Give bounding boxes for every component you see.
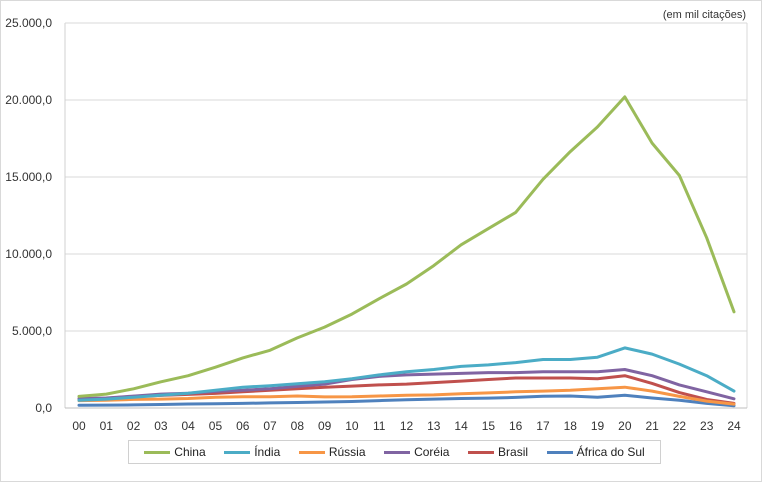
x-tick-label: 10 <box>345 419 359 433</box>
y-tick-label: 10.000,0 <box>5 247 52 261</box>
legend-label: África do Sul <box>576 445 645 459</box>
legend-item: Índia <box>224 445 280 459</box>
x-tick-label: 23 <box>700 419 714 433</box>
legend-swatch <box>144 450 171 454</box>
x-tick-label: 14 <box>454 419 468 433</box>
legend-swatch <box>224 450 251 454</box>
x-tick-label: 22 <box>673 419 687 433</box>
x-tick-label: 24 <box>727 419 741 433</box>
x-tick-label: 15 <box>482 419 496 433</box>
x-tick-label: 20 <box>618 419 632 433</box>
legend-swatch <box>384 450 411 454</box>
legend-swatch <box>298 450 325 454</box>
x-tick-label: 08 <box>291 419 305 433</box>
legend-label: Coréia <box>414 445 450 459</box>
x-tick-label: 01 <box>100 419 114 433</box>
x-tick-label: 07 <box>263 419 277 433</box>
legend-label: Brasil <box>498 445 529 459</box>
x-tick-label: 11 <box>373 419 386 433</box>
x-tick-label: 05 <box>209 419 223 433</box>
y-tick-label: 0,0 <box>35 401 52 415</box>
x-tick-label: 19 <box>591 419 605 433</box>
x-tick-label: 13 <box>427 419 441 433</box>
x-tick-label: 17 <box>536 419 550 433</box>
x-tick-label: 12 <box>400 419 414 433</box>
legend: China Índia Rússia Coréia Brasil África do Su… <box>128 440 661 464</box>
x-tick-label: 16 <box>509 419 523 433</box>
x-axis-tick-labels: 00 01 02 03 04 05 06 07 08 09 10 11 12 13 14 15 16 17 18 19… <box>72 419 741 433</box>
legend-item: África do Sul <box>546 445 645 459</box>
axes <box>64 22 748 409</box>
x-tick-label: 21 <box>645 419 659 433</box>
unit-note: (em mil citações) <box>663 9 746 21</box>
x-tick-label: 06 <box>236 419 250 433</box>
legend-swatch <box>468 450 495 454</box>
legend-swatch <box>546 450 573 454</box>
series-lines <box>77 95 736 408</box>
x-tick-label: 00 <box>72 419 86 433</box>
x-tick-label: 02 <box>127 419 141 433</box>
legend-label: Rússia <box>328 445 366 459</box>
legend-item: China <box>144 445 206 459</box>
y-tick-label: 5.000,0 <box>12 324 52 338</box>
y-tick-label: 20.000,0 <box>5 93 52 107</box>
y-axis-tick-labels: 0,0 5.000,0 10.000,0 15.000,0 20.000,0 25.000… <box>5 16 52 415</box>
legend-item: Rússia <box>298 445 366 459</box>
legend-label: China <box>174 445 206 459</box>
y-tick-label: 25.000,0 <box>5 16 52 30</box>
legend-item: Coréia <box>384 445 449 459</box>
x-tick-label: 03 <box>154 419 168 433</box>
x-tick-label: 18 <box>564 419 578 433</box>
y-tick-label: 15.000,0 <box>5 170 52 184</box>
legend-item: Brasil <box>468 445 528 459</box>
x-tick-label: 09 <box>318 419 332 433</box>
series-line--frica-do-sul <box>77 393 736 408</box>
x-tick-label: 04 <box>181 419 195 433</box>
line-chart: 0,0 5.000,0 10.000,0 15.000,0 20.000,0 25.000… <box>5 9 748 433</box>
legend-label: Índia <box>254 445 281 459</box>
